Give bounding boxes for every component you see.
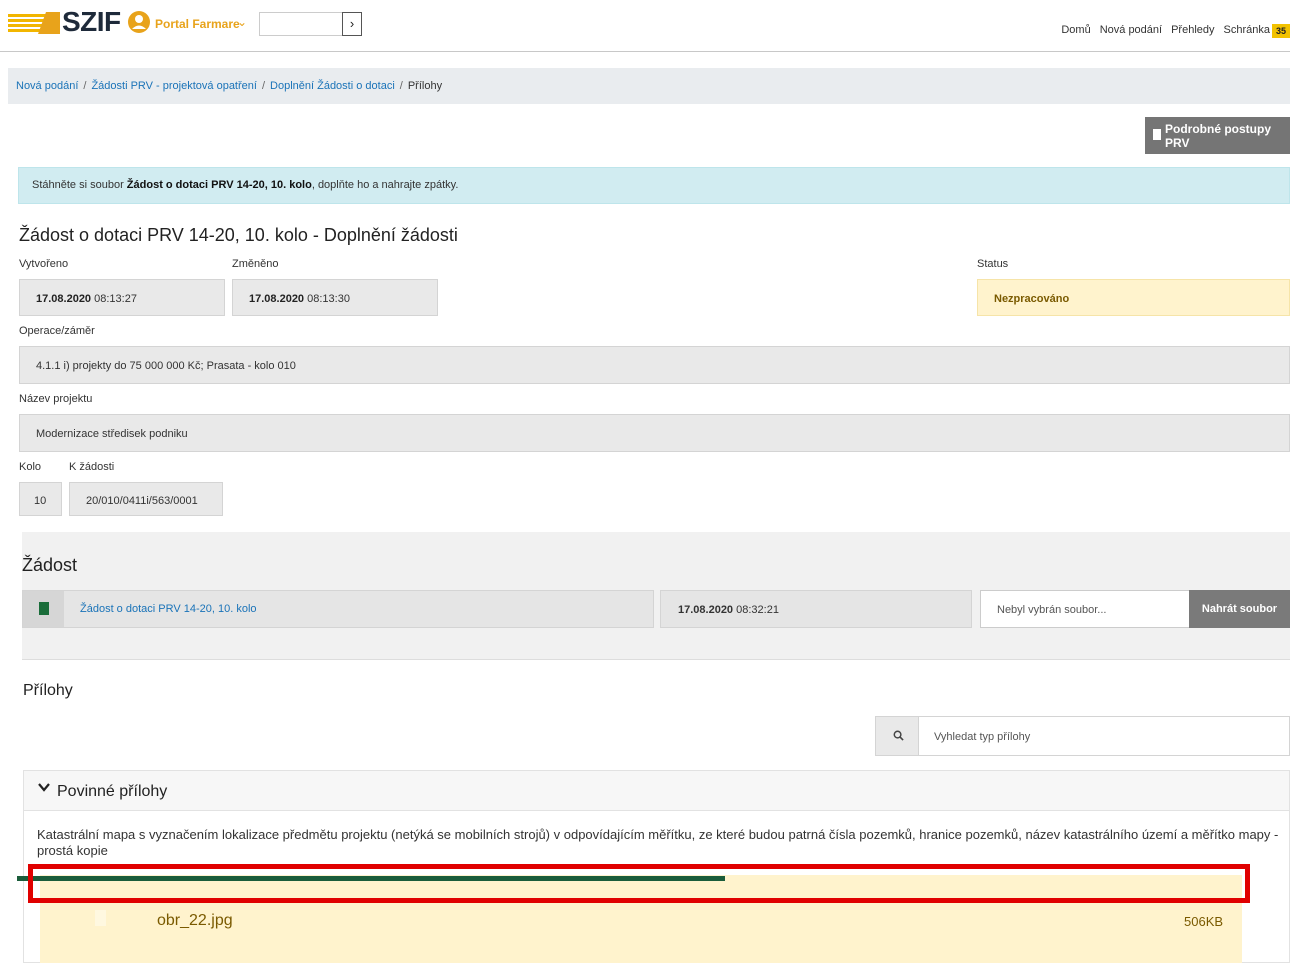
user-icon[interactable] xyxy=(127,10,151,34)
k-zadosti-field: 20/010/0411i/563/0001 xyxy=(69,482,223,516)
panel-title: Povinné přílohy xyxy=(57,783,168,800)
szif-logo-icon[interactable] xyxy=(8,12,60,34)
nav-nova-podani[interactable]: Nová podání xyxy=(1100,24,1162,36)
attachment-description: Katastrální mapa s vyznačením lokalizace… xyxy=(37,827,1279,858)
file-input[interactable]: Nebyl vybrán soubor... xyxy=(980,590,1190,628)
created-time: 08:13:27 xyxy=(91,293,137,305)
postupy-prv-button[interactable]: Podrobné postupy PRV xyxy=(1145,117,1290,154)
status-badge: Nezpracováno xyxy=(977,279,1290,316)
pdf-file-icon xyxy=(39,602,49,615)
breadcrumb-separator: / xyxy=(83,80,87,92)
alert-prefix: Stáhněte si soubor xyxy=(32,179,127,191)
breadcrumb: Nová podání / Žádosti PRV - projektová opa… xyxy=(8,68,1290,104)
breadcrumb-separator: / xyxy=(261,80,266,92)
portal-label[interactable]: Portal Farmare xyxy=(155,17,240,31)
breadcrumb-separator: / xyxy=(399,80,403,92)
changed-label: Změněno xyxy=(232,258,279,270)
highlight-box xyxy=(28,864,1250,903)
logo-text[interactable]: SZIF xyxy=(62,6,121,38)
info-alert: Stáhněte si soubor Žádost o dotaci PRV 1… xyxy=(18,167,1290,204)
search-addon[interactable] xyxy=(875,716,919,756)
page-title: Žádost o dotaci PRV 14-20, 10. kolo - Do… xyxy=(19,225,458,245)
upload-button[interactable]: Nahrát soubor xyxy=(1189,590,1290,628)
created-label: Vytvořeno xyxy=(19,258,69,270)
search-icon xyxy=(893,730,904,741)
k-zadosti-label: K žádosti xyxy=(69,461,115,473)
top-bar: SZIF Portal Farmare ⌄ › Domů Nová podání… xyxy=(0,0,1290,52)
project-name-label: Název projektu xyxy=(19,393,93,405)
nav-schranka[interactable]: Schránka xyxy=(1224,24,1270,36)
uploaded-file-size: 506KB xyxy=(1184,914,1224,929)
breadcrumb-nova-podani[interactable]: Nová podání xyxy=(16,80,78,92)
doc-date: 17.08.2020 xyxy=(678,604,734,616)
subject-select[interactable] xyxy=(259,12,343,36)
search-input[interactable]: Vyhledat typ přílohy xyxy=(918,716,1290,756)
prilohy-title: Přílohy xyxy=(23,682,73,699)
file-icon xyxy=(95,910,106,926)
zadost-document-row: Žádost o dotaci PRV 14-20, 10. kolo xyxy=(22,590,654,628)
uploaded-file-name[interactable]: obr_22.jpg xyxy=(157,912,233,930)
project-name-field: Modernizace středisek podniku xyxy=(19,414,1290,452)
postupy-prv-label: Podrobné postupy PRV xyxy=(1165,121,1271,150)
chevron-right-icon[interactable]: › xyxy=(342,12,362,36)
kolo-field: 10 xyxy=(19,482,62,516)
changed-field: 17.08.2020 08:13:30 xyxy=(232,279,438,316)
top-nav: Domů Nová podání Přehledy Schránka xyxy=(1061,24,1270,36)
breadcrumb-doplneni[interactable]: Doplnění Žádosti o dotaci xyxy=(270,80,395,92)
zadost-document-link[interactable]: Žádost o dotaci PRV 14-20, 10. kolo xyxy=(80,603,257,615)
chevron-down-icon[interactable]: ⌄ xyxy=(237,15,247,29)
doc-icon-cell xyxy=(23,591,64,627)
created-field: 17.08.2020 08:13:27 xyxy=(19,279,225,316)
doc-time: 08:32:21 xyxy=(733,604,779,616)
nav-domu[interactable]: Domů xyxy=(1061,24,1090,36)
breadcrumb-current: Přílohy xyxy=(407,80,443,92)
created-date: 17.08.2020 xyxy=(36,293,92,305)
status-label: Status xyxy=(977,258,1009,270)
breadcrumb-zadosti-prv[interactable]: Žádosti PRV - projektová opatření xyxy=(91,80,257,92)
zadost-title: Žádost xyxy=(22,555,78,575)
alert-suffix: , doplňte ho a nahrajte zpátky. xyxy=(311,179,459,191)
changed-time: 08:13:30 xyxy=(304,293,350,305)
changed-date: 17.08.2020 xyxy=(249,293,305,305)
operace-field: 4.1.1 i) projekty do 75 000 000 Kč; Pras… xyxy=(19,346,1290,384)
zadost-document-date: 17.08.2020 08:32:21 xyxy=(660,590,972,628)
alert-filename: Žádost o dotaci PRV 14-20, 10. kolo xyxy=(126,179,312,191)
kolo-label: Kolo xyxy=(19,461,42,473)
panel-header[interactable]: Povinné přílohy xyxy=(24,771,1289,811)
pdf-file-icon xyxy=(1153,129,1161,140)
nav-prehledy[interactable]: Přehledy xyxy=(1171,24,1214,36)
operace-label: Operace/záměr xyxy=(19,325,95,337)
inbox-count-badge[interactable]: 35 xyxy=(1272,24,1290,38)
chevron-down-icon xyxy=(38,783,50,792)
